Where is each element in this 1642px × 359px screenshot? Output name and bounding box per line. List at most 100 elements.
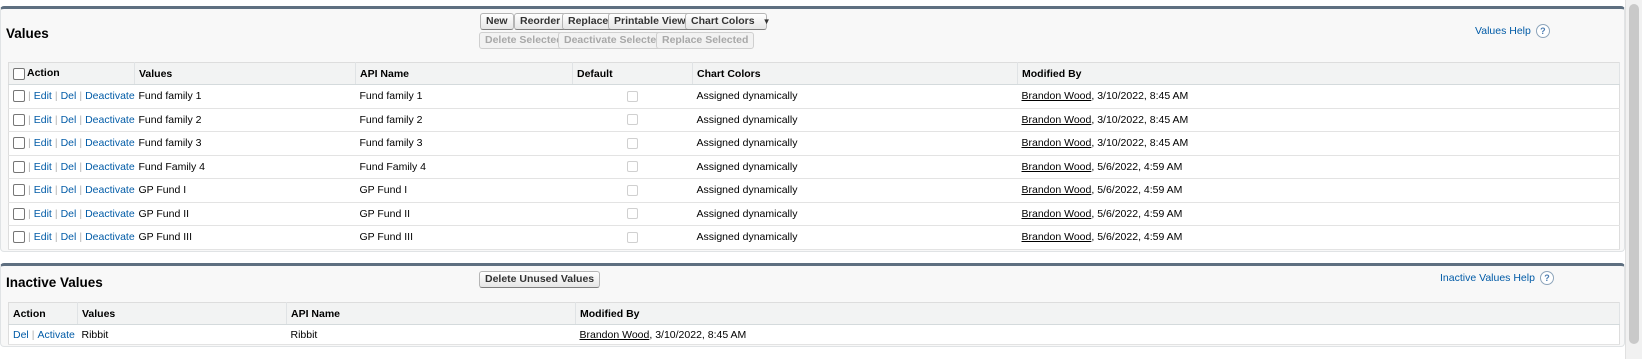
table-row: | Edit | Del | Deactivate Fund Family 4 Fund Fa…	[8, 155, 1620, 179]
edit-link[interactable]: Edit	[34, 137, 52, 149]
modified-by-column-header[interactable]: Modified By	[1017, 62, 1620, 85]
user-link[interactable]: Brandon Wood	[1022, 90, 1092, 102]
inactive-values-table: Action Values API Name Modified By Del | A…	[8, 302, 1620, 345]
deactivate-link[interactable]: Deactivate	[85, 90, 134, 102]
deactivate-link[interactable]: Deactivate	[85, 161, 134, 173]
value-cell: GP Fund II	[134, 202, 356, 226]
help-icon[interactable]: ?	[1539, 271, 1554, 285]
row-checkbox[interactable]	[13, 231, 25, 244]
modified-date: , 5/6/2022, 4:59 AM	[1091, 160, 1183, 173]
deactivate-link[interactable]: Deactivate	[85, 184, 134, 196]
deactivate-link[interactable]: Deactivate	[85, 208, 134, 220]
delete-link[interactable]: Del	[61, 114, 77, 126]
printable-view-button[interactable]: Printable View	[608, 13, 692, 30]
edit-link[interactable]: Edit	[34, 208, 52, 220]
separator: |	[54, 207, 58, 220]
inactive-api-name-column-header[interactable]: API Name	[286, 302, 576, 325]
select-all-checkbox[interactable]	[13, 67, 25, 80]
modified-date: , 3/10/2022, 8:45 AM	[1091, 137, 1189, 150]
vertical-scrollbar[interactable]	[1625, 0, 1642, 359]
separator: |	[28, 160, 31, 173]
modified-by-cell: Brandon Wood, 3/10/2022, 8:45 AM	[575, 324, 1620, 345]
values-table: Action Values API Name Default Chart Col…	[8, 62, 1620, 250]
edit-link[interactable]: Edit	[34, 184, 52, 196]
values-help-label[interactable]: Values Help	[1475, 25, 1531, 37]
modified-date: , 3/10/2022, 8:45 AM	[1091, 113, 1189, 126]
chevron-down-icon: ▼	[762, 17, 771, 26]
chart-colors-column-header[interactable]: Chart Colors	[692, 62, 1018, 85]
inactive-values-column-header[interactable]: Values	[77, 302, 287, 325]
default-cell	[572, 108, 693, 132]
help-icon[interactable]: ?	[1535, 24, 1550, 38]
delete-link[interactable]: Del	[61, 208, 77, 220]
row-checkbox[interactable]	[13, 207, 25, 220]
api-name-column-header[interactable]: API Name	[355, 62, 573, 85]
chart-color-cell: Assigned dynamically	[692, 131, 1018, 156]
user-link[interactable]: Brandon Wood	[580, 329, 650, 341]
inactive-values-help-label[interactable]: Inactive Values Help	[1440, 272, 1535, 284]
edit-link[interactable]: Edit	[34, 114, 52, 126]
row-actions: | Edit | Del | Deactivate	[8, 155, 135, 179]
delete-link[interactable]: Del	[61, 231, 77, 243]
values-help-link[interactable]: Values Help ?	[1475, 24, 1550, 38]
chart-color-cell: Assigned dynamically	[692, 84, 1018, 109]
row-actions: Del | Activate	[8, 324, 78, 345]
delete-link[interactable]: Del	[61, 184, 77, 196]
action-header-label: Action	[27, 67, 60, 80]
delete-selected-button[interactable]: Delete Selected	[479, 32, 569, 49]
replace-button[interactable]: Replace	[562, 13, 615, 30]
delete-link[interactable]: Del	[61, 90, 77, 102]
user-link[interactable]: Brandon Wood	[1022, 137, 1092, 149]
row-checkbox[interactable]	[13, 113, 25, 126]
row-checkbox[interactable]	[13, 184, 25, 197]
api-name-cell: Fund family 1	[355, 84, 573, 109]
api-name-cell: GP Fund I	[355, 178, 573, 203]
inactive-values-help-link[interactable]: Inactive Values Help ?	[1440, 271, 1554, 285]
edit-link[interactable]: Edit	[34, 90, 52, 102]
row-actions: | Edit | Del | Deactivate	[8, 225, 135, 250]
deactivate-link[interactable]: Deactivate	[85, 114, 134, 126]
default-checkbox	[627, 184, 638, 196]
modified-by-cell: Brandon Wood, 5/6/2022, 4:59 AM	[1017, 202, 1620, 226]
separator: |	[31, 328, 35, 341]
row-checkbox[interactable]	[13, 160, 25, 173]
action-column-header: Action	[8, 62, 135, 85]
reorder-button[interactable]: Reorder	[514, 13, 567, 30]
delete-link[interactable]: Del	[13, 329, 29, 341]
edit-link[interactable]: Edit	[34, 231, 52, 243]
chart-colors-dropdown[interactable]: Chart Colors ▼	[685, 13, 771, 30]
user-link[interactable]: Brandon Wood	[1022, 184, 1092, 196]
delete-link[interactable]: Del	[61, 137, 77, 149]
user-link[interactable]: Brandon Wood	[1022, 231, 1092, 243]
deactivate-selected-button[interactable]: Deactivate Selected	[558, 32, 669, 49]
modified-date: , 3/10/2022, 8:45 AM	[1091, 90, 1189, 103]
api-name-cell: GP Fund III	[355, 225, 573, 250]
api-name-cell: Ribbit	[286, 324, 576, 345]
row-actions: | Edit | Del | Deactivate	[8, 202, 135, 226]
modified-by-cell: Brandon Wood, 5/6/2022, 4:59 AM	[1017, 178, 1620, 203]
edit-link[interactable]: Edit	[34, 161, 52, 173]
default-cell	[572, 225, 693, 250]
row-checkbox[interactable]	[13, 90, 25, 103]
replace-selected-button[interactable]: Replace Selected	[656, 32, 755, 49]
values-section: Values New Reorder Replace Printable Vie…	[0, 6, 1625, 252]
delete-link[interactable]: Del	[61, 161, 77, 173]
default-column-header[interactable]: Default	[572, 62, 693, 85]
scrollbar-thumb[interactable]	[1629, 4, 1639, 344]
table-row: | Edit | Del | Deactivate Fund family 2 Fund fa…	[8, 108, 1620, 132]
value-cell: GP Fund III	[134, 225, 356, 250]
inactive-modified-by-column-header[interactable]: Modified By	[575, 302, 1620, 325]
user-link[interactable]: Brandon Wood	[1022, 208, 1092, 220]
values-column-header[interactable]: Values	[134, 62, 356, 85]
inactive-table-body: Del | Activate Ribbit Ribbit Brandon Wood, 3/…	[8, 324, 1620, 345]
user-link[interactable]: Brandon Wood	[1022, 114, 1092, 126]
default-checkbox	[627, 161, 638, 173]
deactivate-link[interactable]: Deactivate	[85, 231, 134, 243]
new-button[interactable]: New	[480, 13, 514, 30]
user-link[interactable]: Brandon Wood	[1022, 161, 1092, 173]
deactivate-link[interactable]: Deactivate	[85, 137, 134, 149]
row-checkbox[interactable]	[13, 137, 25, 150]
activate-link[interactable]: Activate	[38, 329, 75, 341]
default-checkbox	[627, 231, 638, 243]
delete-unused-values-button[interactable]: Delete Unused Values	[479, 271, 601, 288]
